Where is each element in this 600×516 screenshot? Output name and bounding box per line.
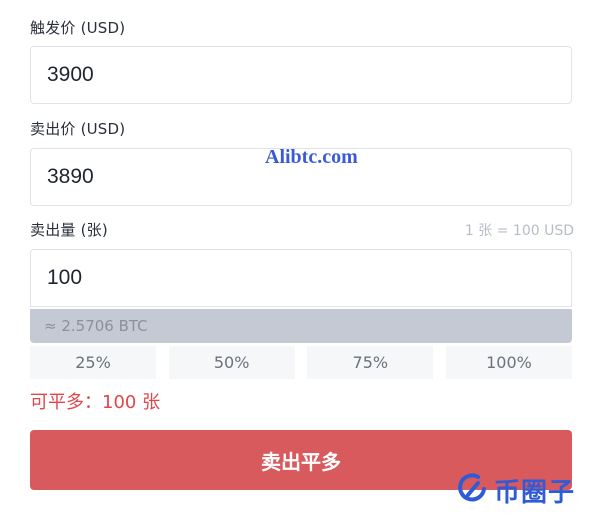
pct-100-button[interactable]: 100%	[445, 346, 572, 379]
pct-75-button[interactable]: 75%	[307, 346, 434, 379]
percentage-buttons: 25% 50% 75% 100%	[30, 346, 572, 379]
watermark-text: Alibtc.com	[265, 146, 358, 168]
available-close-long: 可平多：100 张	[30, 392, 161, 413]
btc-conversion: ≈ 2.5706 BTC	[30, 309, 572, 343]
brand-logo: 币圈子	[456, 470, 575, 510]
sell-price-label: 卖出价 (USD)	[30, 120, 126, 138]
trigger-price-value: 3900	[47, 63, 94, 86]
trigger-price-input[interactable]: 3900	[30, 46, 572, 104]
sell-amount-input[interactable]: 100	[30, 249, 572, 307]
trigger-price-label: 触发价 (USD)	[30, 19, 126, 37]
pct-25-button[interactable]: 25%	[30, 346, 156, 379]
sell-amount-value: 100	[47, 266, 83, 289]
logo-text: 币圈子	[494, 477, 576, 508]
pct-50-button[interactable]: 50%	[168, 346, 295, 379]
coin-logo-icon	[456, 471, 490, 509]
unit-hint: 1 张 = 100 USD	[464, 223, 574, 239]
sell-price-value: 3890	[47, 165, 94, 188]
sell-amount-label: 卖出量 (张)	[30, 221, 108, 239]
